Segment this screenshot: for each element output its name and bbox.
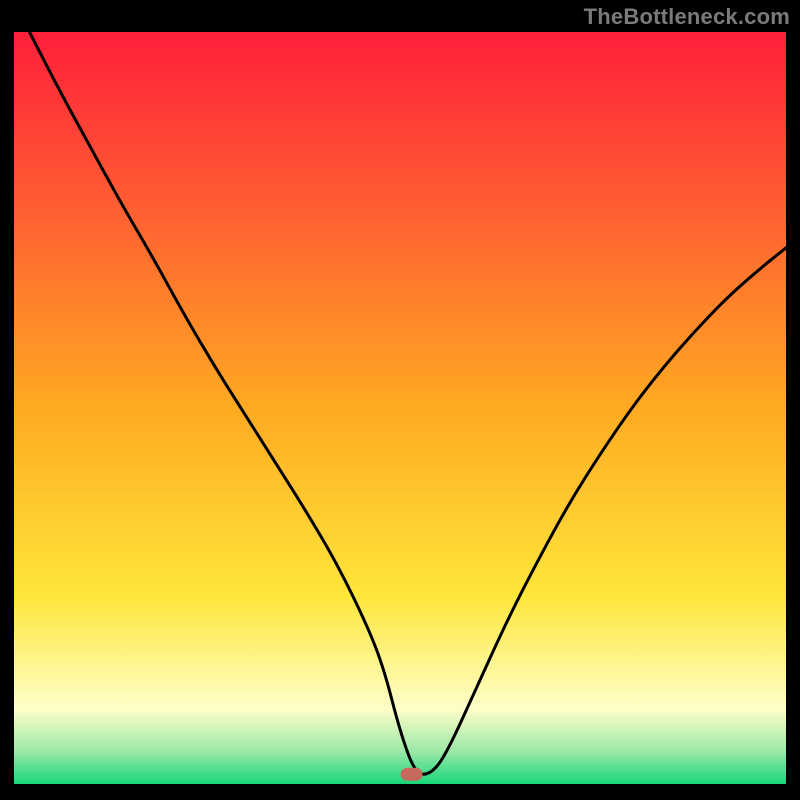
chart-svg xyxy=(14,32,786,784)
minimum-marker xyxy=(401,768,423,781)
chart-frame: TheBottleneck.com xyxy=(0,0,800,800)
plot-area xyxy=(14,32,786,784)
gradient-background xyxy=(14,32,786,784)
attribution-text: TheBottleneck.com xyxy=(584,4,790,30)
